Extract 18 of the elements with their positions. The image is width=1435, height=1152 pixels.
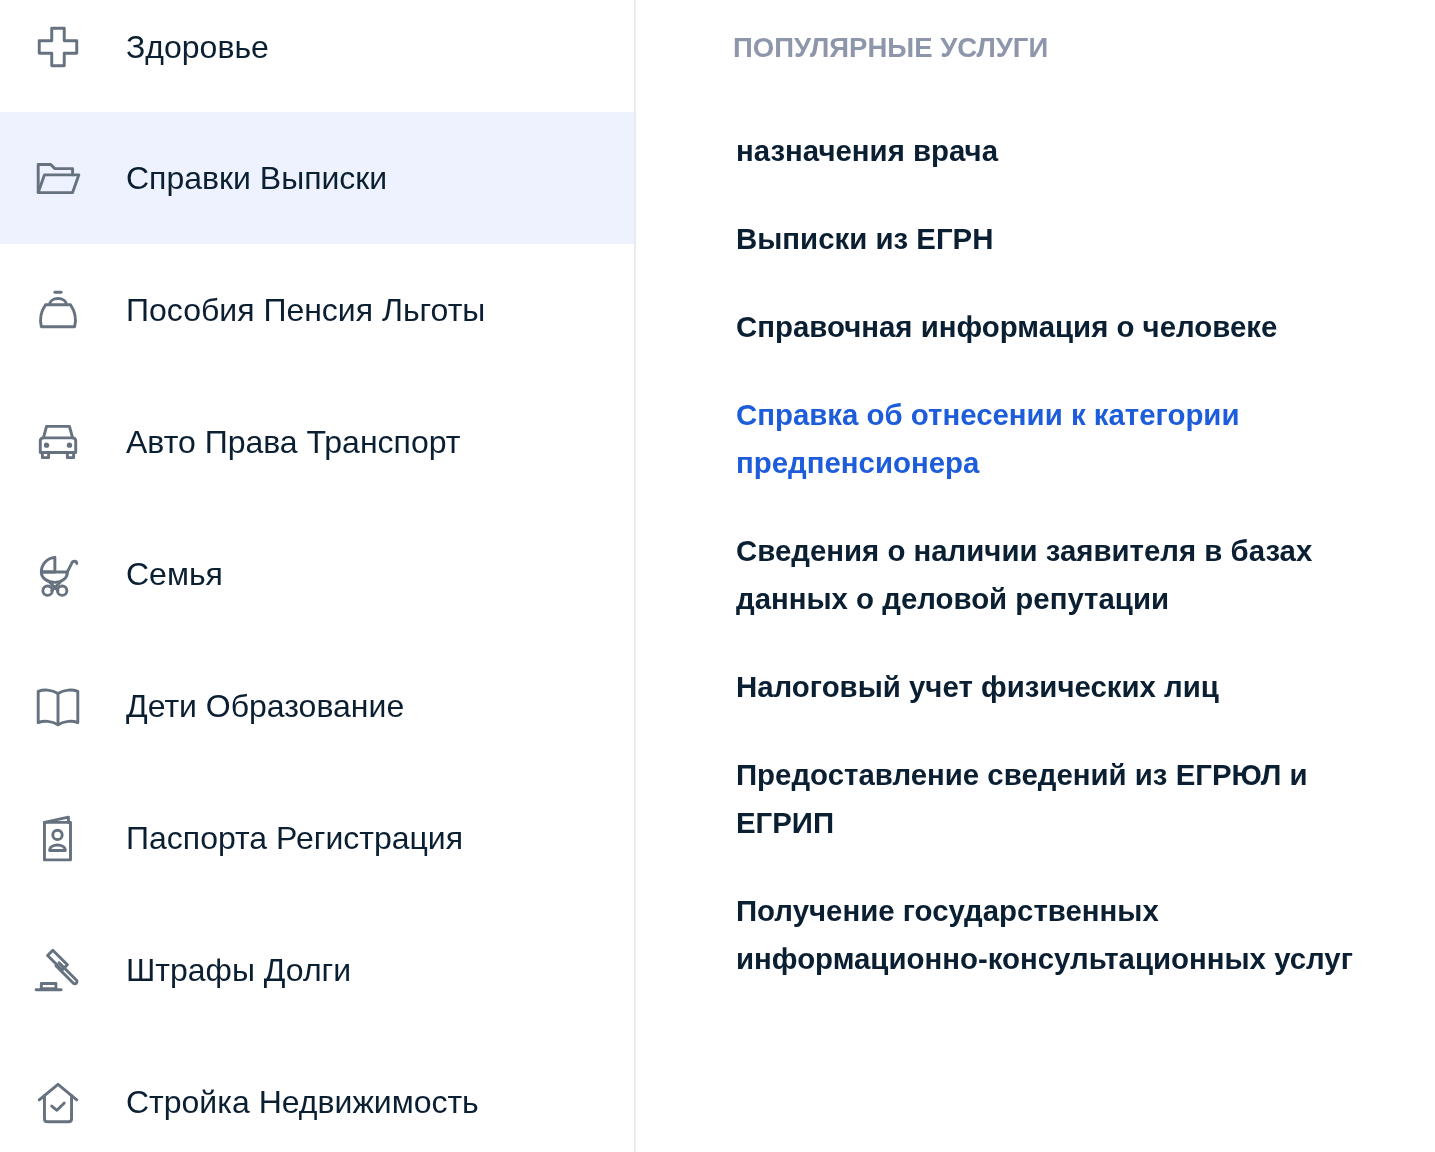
sidebar-item[interactable]: Здоровье (0, 0, 634, 112)
service-link[interactable]: назначения врача (736, 127, 999, 175)
service-link[interactable]: Налоговый учет физических лиц (736, 663, 1219, 711)
section-heading: ПОПУЛЯРНЫЕ УСЛУГИ (733, 31, 1050, 65)
service-link[interactable]: Сведения о наличии заявителя в базах данных о деловой репутации (736, 527, 1386, 623)
service-link[interactable]: Получение государственных информационно-консультационных услуг (736, 887, 1386, 983)
sidebar-item[interactable]: Паспорта Регистрация (0, 772, 634, 904)
service-link[interactable]: Справочная информация о человеке (736, 303, 1278, 351)
service-link[interactable]: Предоставление сведений из ЕГРЮЛ и ЕГРИП (736, 751, 1386, 847)
sidebar-item[interactable]: Дети Образование (0, 640, 634, 772)
service-link[interactable]: Справка об отнесении к категории предпенсионера (736, 391, 1386, 487)
service-link[interactable]: Выписки из ЕГРН (736, 215, 994, 263)
sidebar-item[interactable]: Справки Выписки (0, 112, 634, 244)
sidebar-item[interactable]: Пособия Пенсия Льготы (0, 244, 634, 376)
sidebar-item[interactable]: Семья (0, 508, 634, 640)
sidebar-item[interactable]: Стройка Недвижимость (0, 1036, 634, 1152)
sidebar-item[interactable]: Штрафы Долги (0, 904, 634, 1036)
sidebar-item[interactable]: Авто Права Транспорт (0, 376, 634, 508)
